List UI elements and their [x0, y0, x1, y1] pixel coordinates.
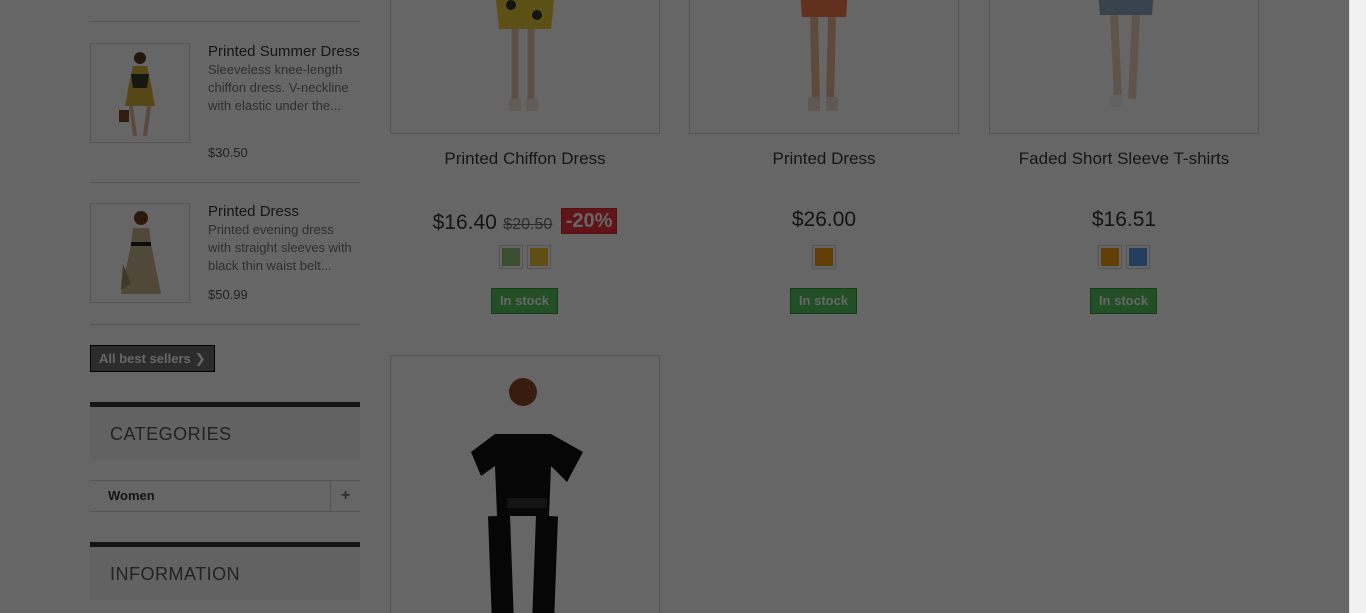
divider: [90, 324, 360, 325]
product-price: $26.00: [791, 208, 857, 231]
color-swatches: [989, 245, 1259, 269]
product-description: Printed evening dress with straight slee…: [208, 222, 352, 273]
blouse-image-icon: [471, 378, 583, 613]
product-description: Sleeveless knee-length chiffon dress. V-…: [208, 62, 349, 113]
product-name[interactable]: Printed Summer Dress: [208, 43, 360, 61]
color-swatch[interactable]: [1126, 245, 1150, 269]
color-swatch[interactable]: [812, 245, 836, 269]
best-seller-item[interactable]: Printed Summer Dress Sleeveless knee-len…: [90, 43, 360, 185]
dress-image-icon: [119, 52, 155, 137]
product-image[interactable]: [390, 0, 660, 134]
expand-plus-icon[interactable]: +: [330, 481, 360, 511]
product-image[interactable]: [689, 0, 959, 134]
categories-title: CATEGORIES: [90, 402, 360, 460]
dress-image-icon: [121, 211, 161, 294]
stock-badge: In stock: [790, 288, 857, 314]
category-item-women[interactable]: Women +: [90, 480, 360, 512]
product-name[interactable]: Printed Chiffon Dress: [390, 149, 660, 169]
chevron-right-icon: ❯: [194, 351, 206, 366]
product-price: $16.51: [1091, 208, 1157, 231]
dress-image-icon: [495, 0, 555, 111]
product-prices: $16.51: [989, 208, 1259, 232]
color-swatch[interactable]: [527, 245, 551, 269]
product-price: $50.99: [208, 287, 248, 302]
color-swatches: [689, 245, 959, 269]
color-swatch[interactable]: [1098, 245, 1122, 269]
divider: [90, 21, 360, 22]
product-image[interactable]: [390, 355, 660, 613]
stock-badge: In stock: [1090, 288, 1157, 314]
button-label: All best sellers: [99, 351, 191, 366]
product-prices: $26.00: [689, 208, 959, 232]
vertical-scrollbar[interactable]: [1349, 0, 1366, 613]
page: Printed Summer Dress Sleeveless knee-len…: [0, 0, 1349, 613]
product-thumbnail[interactable]: [90, 203, 190, 303]
product-thumbnail[interactable]: [90, 43, 190, 143]
product-name[interactable]: Faded Short Sleeve T-shirts: [989, 149, 1259, 169]
discount-badge: -20%: [560, 208, 618, 234]
best-seller-info: Printed Dress Printed evening dress with…: [208, 203, 360, 275]
product-name[interactable]: Printed Dress: [208, 203, 360, 221]
product-image[interactable]: [989, 0, 1259, 134]
product-price: $30.50: [208, 145, 248, 160]
category-label[interactable]: Women: [108, 488, 155, 503]
product-prices: $16.40 $20.50 -20%: [390, 208, 660, 235]
dress-image-icon: [800, 0, 848, 111]
old-price: $20.50: [503, 216, 553, 233]
stock-badge: In stock: [491, 288, 558, 314]
product-name[interactable]: Printed Dress: [689, 149, 959, 169]
best-seller-info: Printed Summer Dress Sleeveless knee-len…: [208, 43, 360, 115]
product-price: $16.40: [432, 211, 497, 234]
divider: [90, 182, 360, 183]
information-title: INFORMATION: [90, 542, 360, 600]
tshirt-image-icon: [1098, 0, 1154, 107]
all-best-sellers-button[interactable]: All best sellers ❯: [90, 345, 215, 372]
color-swatches: [390, 245, 660, 269]
color-swatch[interactable]: [499, 245, 523, 269]
